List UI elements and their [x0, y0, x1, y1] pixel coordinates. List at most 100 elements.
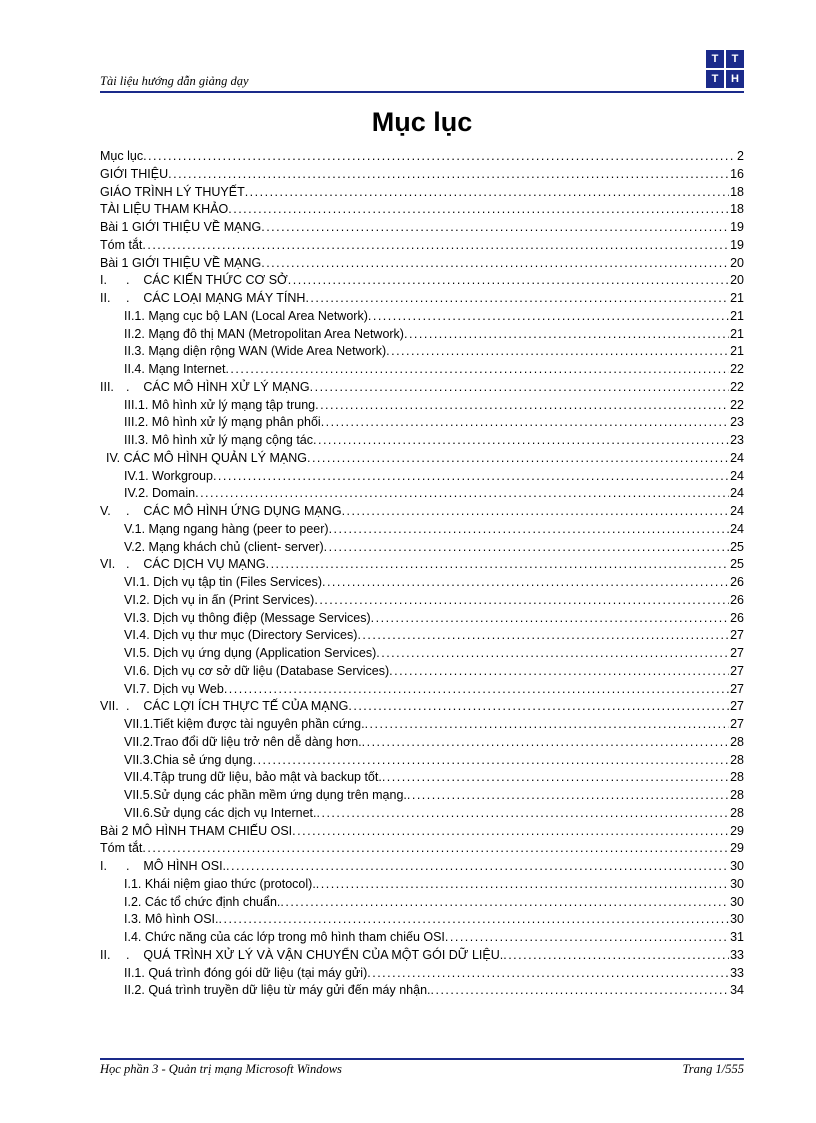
toc-leader — [503, 947, 729, 965]
toc-page: 24 — [729, 485, 744, 503]
toc-entry: VI.CÁC DỊCH VỤ MẠNG25 — [100, 556, 744, 574]
toc-label: VI.2. Dịch vụ in ấn (Print Services) — [124, 592, 314, 610]
toc-page: 28 — [729, 769, 744, 787]
toc-leader — [317, 805, 730, 823]
toc-leader — [389, 663, 729, 681]
toc-leader — [195, 485, 729, 503]
toc-label: VII.4.Tập trung dữ liệu, bảo mật và back… — [124, 769, 382, 787]
toc-entry: Bài 2 MÔ HÌNH THAM CHIẾU OSI29 — [100, 823, 744, 841]
toc-label: IV.2. Domain — [124, 485, 195, 503]
toc-leader — [315, 397, 729, 415]
toc-page: 26 — [729, 592, 744, 610]
toc-label: VII.6.Sử dụng các dịch vụ Internet. — [124, 805, 317, 823]
toc-label: V.1. Mạng ngang hàng (peer to peer) — [124, 521, 329, 539]
toc-page: 34 — [729, 982, 744, 1000]
toc-page: 21 — [729, 343, 744, 361]
toc-label: II.1. Quá trình đóng gói dữ liệu (tại má… — [124, 965, 367, 983]
toc-label: VII.5.Sử dụng các phần mềm ứng dụng trên… — [124, 787, 407, 805]
toc-page: 21 — [729, 326, 744, 344]
toc-leader — [253, 752, 730, 770]
toc-entry: I.1. Khái niệm giao thức (protocol).30 — [100, 876, 744, 894]
logo-cell: T — [706, 70, 724, 88]
toc-page: 27 — [729, 698, 744, 716]
toc-leader — [362, 734, 729, 752]
toc-page: 18 — [729, 201, 744, 219]
toc-entry: II.3. Mạng diện rộng WAN (Wide Area Netw… — [100, 343, 744, 361]
toc-leader — [143, 148, 736, 166]
table-of-contents: Mục lục 2GIỚI THIỆU16GIÁO TRÌNH LÝ THUYẾT… — [100, 148, 744, 1000]
toc-entry: Mục lục 2 — [100, 148, 744, 166]
toc-page: 19 — [729, 237, 744, 255]
toc-entry: VI.7. Dịch vụ Web27 — [100, 681, 744, 699]
toc-entry: I.2. Các tổ chức định chuẩn.30 — [100, 894, 744, 912]
toc-entry: II.4. Mạng Internet22 — [100, 361, 744, 379]
toc-page: 25 — [729, 539, 744, 557]
toc-entry: VI.4. Dịch vụ thư mục (Directory Service… — [100, 627, 744, 645]
page-footer: Học phần 3 - Quản trị mạng Microsoft Win… — [100, 1058, 744, 1077]
toc-leader — [213, 468, 729, 486]
toc-page: 20 — [729, 255, 744, 273]
toc-entry: VI.5. Dịch vụ ứng dụng (Application Serv… — [100, 645, 744, 663]
toc-leader — [329, 521, 730, 539]
toc-leader — [386, 343, 729, 361]
toc-entry: VII.1.Tiết kiệm được tài nguyên phần cứn… — [100, 716, 744, 734]
toc-leader — [305, 290, 729, 308]
toc-entry: I.MÔ HÌNH OSI.30 — [100, 858, 744, 876]
toc-label: TÀI LIỆU THAM KHẢO — [100, 201, 228, 219]
toc-entry: V.CÁC MÔ HÌNH ỨNG DỤNG MẠNG24 — [100, 503, 744, 521]
toc-entry: III.1. Mô hình xử lý mạng tập trung22 — [100, 397, 744, 415]
toc-entry: GIÁO TRÌNH LÝ THUYẾT18 — [100, 184, 744, 202]
toc-page: 28 — [729, 734, 744, 752]
toc-page: 29 — [729, 823, 744, 841]
toc-label: Mục lục — [100, 148, 143, 166]
toc-leader — [307, 450, 729, 468]
page: Tài liệu hướng dẫn giảng dạy T T T H Mục… — [0, 0, 816, 1123]
logo-icon: T T T H — [706, 50, 744, 88]
toc-entry: Bài 1 GIỚI THIỆU VỀ MẠNG20 — [100, 255, 744, 273]
toc-label: VII.3.Chia sẻ ứng dụng — [124, 752, 253, 770]
toc-entry: I.3. Mô hình OSI. 30 — [100, 911, 744, 929]
toc-label: VII.2.Trao đổi dữ liệu trở nên dễ dàng h… — [124, 734, 362, 752]
toc-page: 2 — [736, 148, 744, 166]
toc-leader — [367, 965, 729, 983]
toc-entry: IV.1. Workgroup24 — [100, 468, 744, 486]
toc-page: 23 — [729, 414, 744, 432]
toc-label: VI.3. Dịch vụ thông điệp (Message Servic… — [124, 610, 371, 628]
toc-label: I.2. Các tổ chức định chuẩn. — [124, 894, 280, 912]
toc-page: 27 — [729, 716, 744, 734]
toc-entry: I.CÁC KIẾN THỨC CƠ SỞ20 — [100, 272, 744, 290]
toc-leader — [342, 503, 730, 521]
toc-page: 24 — [729, 450, 744, 468]
toc-label: II.2. Mạng đô thị MAN (Metropolitan Area… — [124, 326, 404, 344]
toc-entry: GIỚI THIỆU16 — [100, 166, 744, 184]
toc-leader — [245, 184, 729, 202]
toc-leader — [142, 237, 729, 255]
toc-page: 30 — [729, 911, 744, 929]
toc-leader — [431, 982, 730, 1000]
toc-label: CÁC MÔ HÌNH ỨNG DỤNG MẠNG — [126, 503, 342, 521]
toc-page: 33 — [729, 965, 744, 983]
toc-page: 23 — [729, 432, 744, 450]
toc-label: VI.4. Dịch vụ thư mục (Directory Service… — [124, 627, 357, 645]
toc-label: IV.1. Workgroup — [124, 468, 213, 486]
page-title: Mục lục — [100, 107, 744, 138]
header-text: Tài liệu hướng dẫn giảng dạy — [100, 74, 249, 89]
toc-page: 24 — [729, 521, 744, 539]
toc-leader — [368, 308, 729, 326]
toc-entry: II.CÁC LOẠI MẠNG MÁY TÍNH21 — [100, 290, 744, 308]
toc-label: I.1. Khái niệm giao thức (protocol). — [124, 876, 316, 894]
toc-label: III.1. Mô hình xử lý mạng tập trung — [124, 397, 315, 415]
toc-leader — [292, 823, 729, 841]
toc-leader — [280, 894, 729, 912]
toc-page: 16 — [729, 166, 744, 184]
toc-leader — [365, 716, 730, 734]
toc-label: I.4. Chức năng của các lớp trong mô hình… — [124, 929, 445, 947]
toc-leader — [322, 574, 729, 592]
toc-label: VII.1.Tiết kiệm được tài nguyên phần cứn… — [124, 716, 365, 734]
toc-leader — [357, 627, 729, 645]
toc-label: I.3. Mô hình OSI. — [124, 911, 219, 929]
toc-entry: Tóm tắt29 — [100, 840, 744, 858]
toc-entry: VII.5.Sử dụng các phần mềm ứng dụng trên… — [100, 787, 744, 805]
toc-label: IV. CÁC MÔ HÌNH QUẢN LÝ MẠNG — [106, 450, 307, 468]
toc-label: GIÁO TRÌNH LÝ THUYẾT — [100, 184, 245, 202]
